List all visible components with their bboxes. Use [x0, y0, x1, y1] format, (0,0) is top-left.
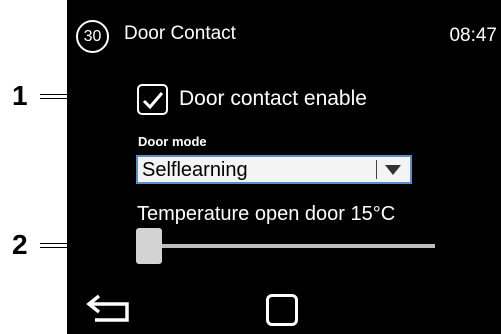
- clock: 08:47: [449, 25, 497, 46]
- door-contact-label: Door contact enable: [179, 87, 367, 110]
- checkmark-icon: [142, 92, 164, 110]
- select-divider: [376, 160, 377, 179]
- screen-number: 30: [83, 27, 102, 45]
- temperature-slider-thumb[interactable]: [136, 228, 162, 264]
- screen-number-badge: 30: [76, 20, 109, 53]
- back-arrow-icon[interactable]: [85, 290, 139, 326]
- chevron-down-icon: [385, 165, 401, 175]
- page-title: Door Contact: [124, 23, 236, 44]
- door-contact-checkbox[interactable]: [137, 84, 168, 115]
- callout-1: 1: [12, 80, 28, 111]
- door-mode-value: Selflearning: [142, 159, 248, 181]
- callout-2: 2: [12, 229, 28, 260]
- temperature-slider-track[interactable]: [147, 244, 435, 248]
- device-screen: 30 Door Contact 08:47 Door contact enabl…: [67, 0, 501, 334]
- door-mode-label: Door mode: [138, 134, 207, 149]
- door-mode-select[interactable]: Selflearning: [136, 155, 412, 184]
- home-square-icon[interactable]: [266, 294, 298, 326]
- temperature-label: Temperature open door 15°C: [137, 203, 396, 225]
